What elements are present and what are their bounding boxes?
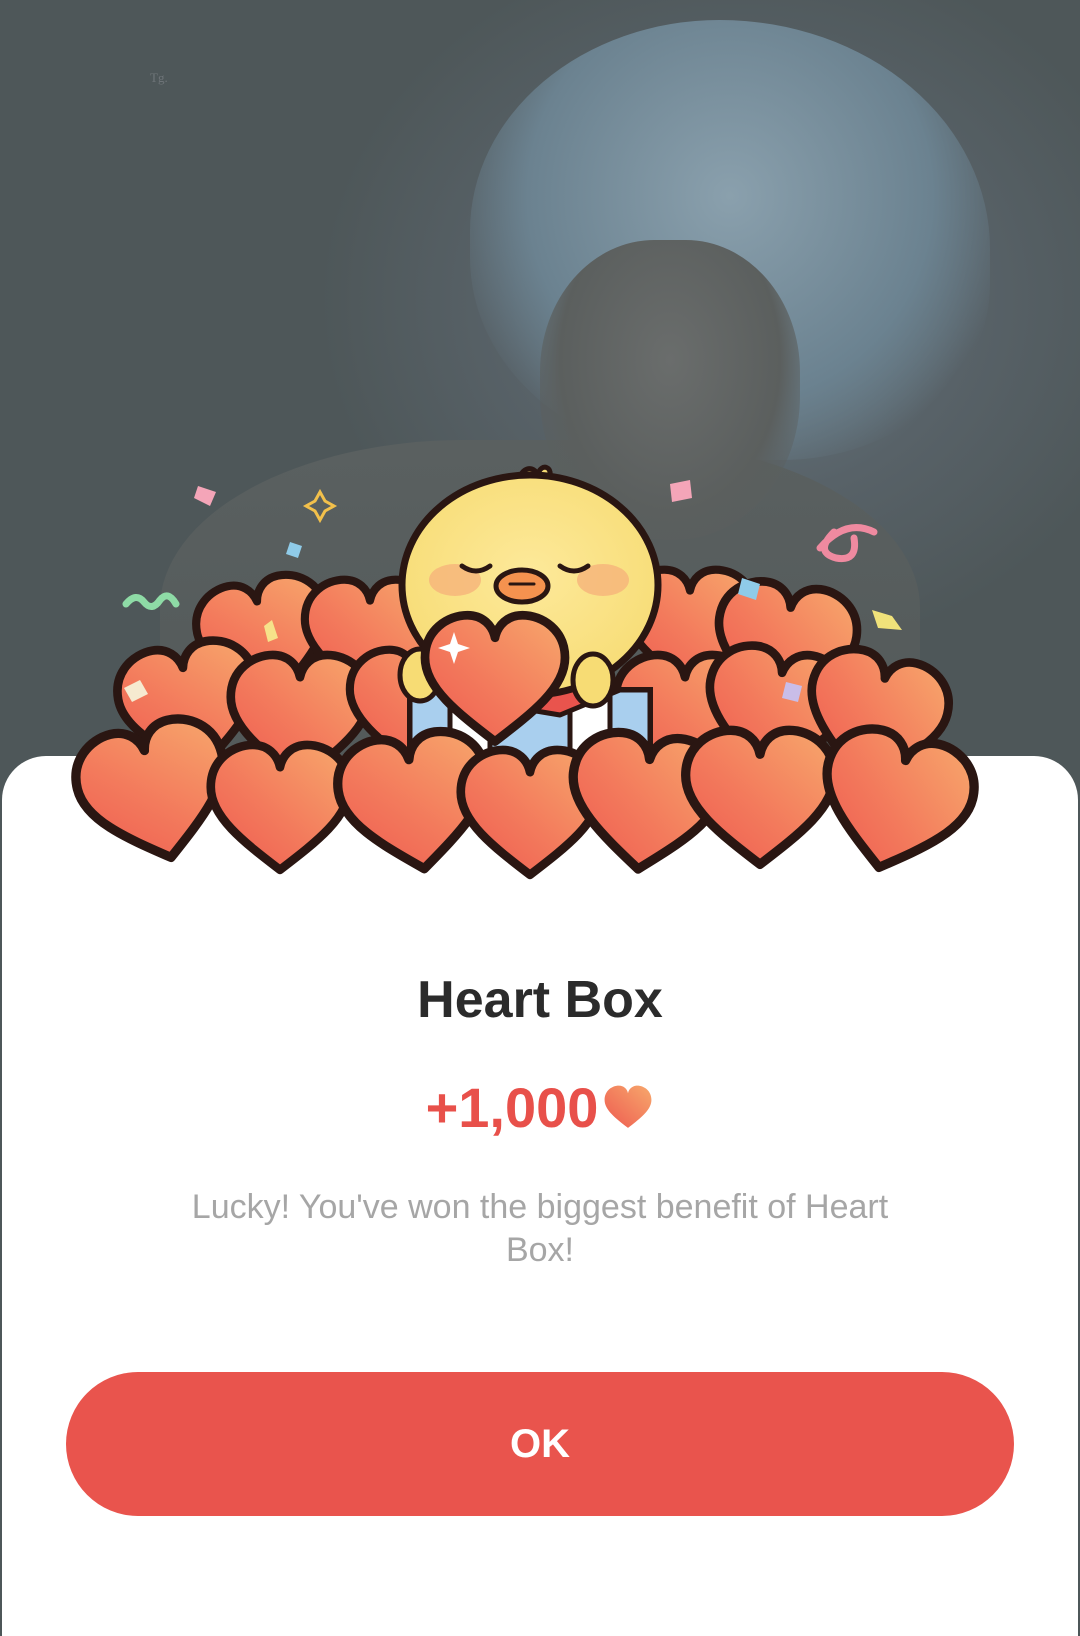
reward-message: Lucky! You've won the biggest benefit of… [191, 1188, 889, 1269]
photo-watermark: Tg. [150, 70, 168, 85]
reward-amount: +1,000 [425, 1075, 599, 1139]
heart-box-illustration [0, 464, 1080, 910]
dialog-title: Heart Box [417, 971, 663, 1029]
heart-icon [605, 1085, 652, 1128]
reward-amount-row: +1,000 [0, 1072, 1080, 1142]
ok-button[interactable]: OK [66, 1372, 1014, 1516]
